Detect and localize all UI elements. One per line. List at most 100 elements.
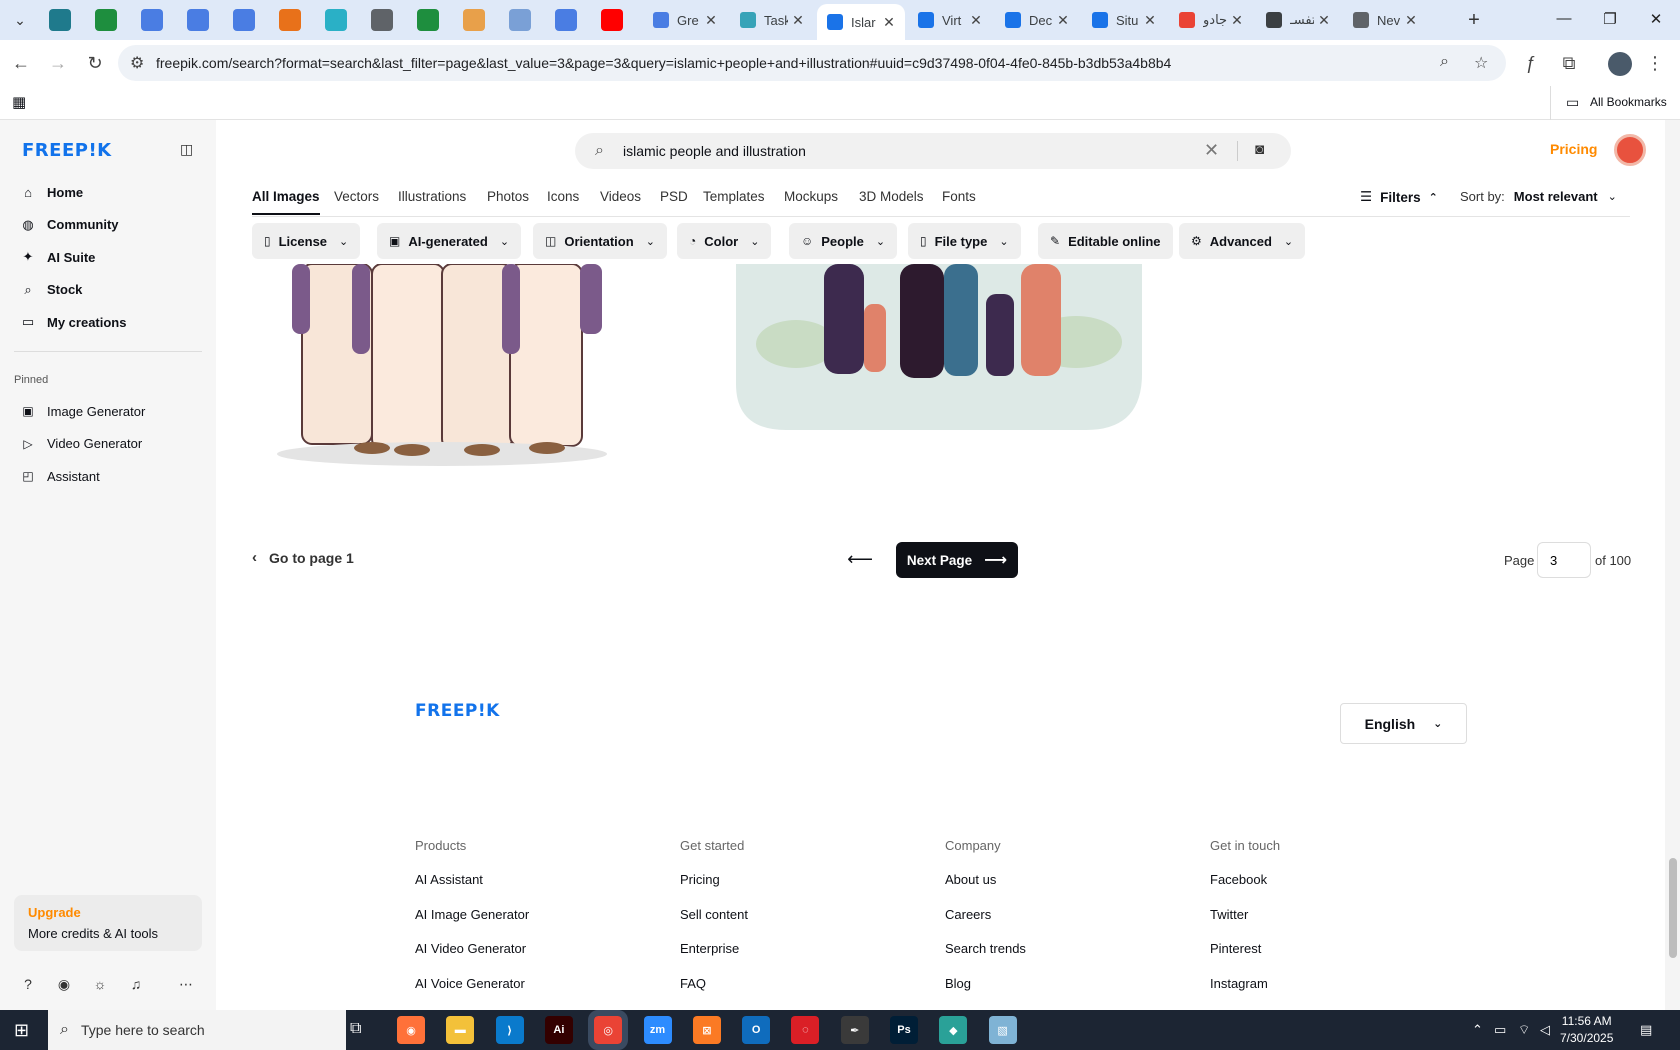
tray-wifi-icon[interactable]: ⌔ xyxy=(1518,1022,1530,1038)
tray-network-icon[interactable]: ▭ xyxy=(1494,1022,1506,1038)
taskbar-app-outlook-icon[interactable]: O xyxy=(742,1016,771,1044)
browser-tab-5[interactable]: Situ ✕ xyxy=(1082,5,1166,35)
footer-link[interactable]: Blog xyxy=(945,976,971,991)
taskbar-clock[interactable]: 11:56 AM 7/30/2025 xyxy=(1560,1013,1613,1047)
next-page-button[interactable]: Next Page ⟶ xyxy=(896,542,1018,578)
taskbar-app-xampp-icon[interactable]: ⊠ xyxy=(692,1016,721,1044)
browser-tab-8[interactable]: Nev ✕ xyxy=(1343,5,1427,35)
taskbar-app-firefox-icon[interactable]: ◉ xyxy=(397,1016,425,1044)
filter-chip-people[interactable]: ☺ People ⌄ xyxy=(789,223,898,259)
tab-close-icon[interactable]: ✕ xyxy=(1227,12,1247,29)
tab-icons[interactable]: Icons xyxy=(547,189,579,204)
extensions-puzzle-icon[interactable]: ⧉ xyxy=(1558,52,1580,74)
browser-tab-4[interactable]: Dec ✕ xyxy=(995,5,1079,35)
extension-f-icon[interactable]: ƒ xyxy=(1520,52,1542,74)
footer-link[interactable]: AI Assistant xyxy=(415,872,483,887)
browser-menu-icon[interactable]: ⋮ xyxy=(1644,52,1666,74)
pinned-tab-2[interactable] xyxy=(141,9,163,31)
footer-link[interactable]: Careers xyxy=(945,907,991,922)
pinned-tab-4[interactable] xyxy=(233,9,255,31)
collapse-sidebar-icon[interactable]: ◫ xyxy=(180,141,193,158)
close-window-icon[interactable]: ✕ xyxy=(1646,10,1666,28)
site-info-icon[interactable]: ⚙ xyxy=(130,53,144,73)
footer-link[interactable]: AI Voice Generator xyxy=(415,976,525,991)
tab-search-chevron-icon[interactable]: ⌄ xyxy=(8,8,32,32)
browser-tab-3[interactable]: Virt ✕ xyxy=(908,5,992,35)
page-number-input[interactable] xyxy=(1537,542,1591,578)
pinned-item-assistant[interactable]: ◰ Assistant xyxy=(20,462,99,490)
pinned-tab-5[interactable] xyxy=(279,9,301,31)
taskbar-app-pen-tool-icon[interactable]: ✒ xyxy=(840,1016,869,1044)
footer-link[interactable]: FAQ xyxy=(680,976,706,991)
bookmark-star-icon[interactable]: ☆ xyxy=(1474,53,1488,73)
tab-close-icon[interactable]: ✕ xyxy=(1053,12,1073,29)
folder-icon[interactable]: ▭ xyxy=(1566,94,1579,111)
help-icon[interactable]: ? xyxy=(18,976,38,992)
taskbar-app-illustrator-icon[interactable]: Ai xyxy=(544,1016,573,1044)
filter-chip-color[interactable]: ◔ Color ⌄ xyxy=(677,223,772,259)
camera-icon[interactable]: ◙ xyxy=(1255,141,1264,158)
browser-tab-1[interactable]: Task ✕ xyxy=(730,5,814,35)
language-select[interactable]: English ⌄ xyxy=(1340,703,1467,744)
clear-search-icon[interactable]: ✕ xyxy=(1204,140,1219,161)
tab-psd[interactable]: PSD xyxy=(660,189,688,204)
browser-tab-7[interactable]: تفسـ ✕ xyxy=(1256,5,1340,35)
tab-templates[interactable]: Templates xyxy=(703,189,765,204)
filter-chip-advanced[interactable]: ⚙ Advanced ⌄ xyxy=(1179,223,1306,259)
tab-mockups[interactable]: Mockups xyxy=(784,189,838,204)
result-image-robed-men[interactable] xyxy=(252,264,672,470)
pinned-tab-9[interactable] xyxy=(463,9,485,31)
pinned-tab-8[interactable] xyxy=(417,9,439,31)
sidebar-item-community[interactable]: ◍ Community xyxy=(20,211,118,239)
footer-link[interactable]: Instagram xyxy=(1210,976,1268,991)
task-view-icon[interactable]: ⧉ xyxy=(350,1020,361,1038)
pricing-link[interactable]: Pricing xyxy=(1550,141,1597,157)
filter-chip-orientation[interactable]: ◫ Orientation ⌄ xyxy=(533,223,667,259)
footer-link[interactable]: Pricing xyxy=(680,872,720,887)
back-arrow-icon[interactable]: ← xyxy=(10,52,32,74)
browser-tab-2[interactable]: Islar ✕ xyxy=(817,4,905,40)
pinned-tab-11[interactable] xyxy=(555,9,577,31)
footer-link[interactable]: Twitter xyxy=(1210,907,1248,922)
pinned-tab-7[interactable] xyxy=(371,9,393,31)
footer-link[interactable]: About us xyxy=(945,872,996,887)
notifications-bell-icon[interactable]: ♫ xyxy=(126,976,146,992)
tab-3d-models[interactable]: 3D Models xyxy=(859,189,924,204)
pinned-tab-10[interactable] xyxy=(509,9,531,31)
sidebar-item-home[interactable]: ⌂ Home xyxy=(20,178,83,206)
apps-grid-icon[interactable]: ▦ xyxy=(12,93,26,111)
taskbar-app-file-explorer-icon[interactable]: ▬ xyxy=(446,1016,475,1044)
footer-link[interactable]: Enterprise xyxy=(680,941,739,956)
restore-icon[interactable]: ❐ xyxy=(1600,10,1620,28)
tab-photos[interactable]: Photos xyxy=(487,189,529,204)
pinned-item-video-generator[interactable]: ▷ Video Generator xyxy=(20,430,142,458)
tray-volume-icon[interactable]: ◁ xyxy=(1540,1022,1550,1038)
footer-link[interactable]: AI Video Generator xyxy=(415,941,526,956)
go-to-first-page[interactable]: ‹ Go to page 1 xyxy=(252,549,354,566)
pinned-tab-3[interactable] xyxy=(187,9,209,31)
reload-icon[interactable]: ↻ xyxy=(84,52,106,74)
tab-close-icon[interactable]: ✕ xyxy=(1314,12,1334,29)
sidebar-item-my-creations[interactable]: ▭ My creations xyxy=(20,308,127,336)
pinned-tab-0[interactable] xyxy=(49,9,71,31)
forward-arrow-icon[interactable]: → xyxy=(47,52,69,74)
freepik-logo[interactable]: FREEP!K xyxy=(22,140,112,161)
taskbar-app-zoom-icon[interactable]: zm xyxy=(643,1016,672,1044)
tray-chevron-up-icon[interactable]: ⌃ xyxy=(1472,1022,1483,1038)
filter-chip-file-type[interactable]: ▯ File type ⌄ xyxy=(908,223,1021,259)
sidebar-item-stock[interactable]: ⌕ Stock xyxy=(20,276,82,304)
tab-fonts[interactable]: Fonts xyxy=(942,189,976,204)
theme-sun-icon[interactable]: ☼ xyxy=(90,976,110,992)
footer-link[interactable]: Sell content xyxy=(680,907,748,922)
user-avatar[interactable] xyxy=(1614,134,1646,166)
previous-page-button[interactable]: ⟵ xyxy=(843,542,877,576)
discord-icon[interactable]: ◉ xyxy=(54,976,74,993)
result-image-muslim-family[interactable] xyxy=(736,264,1142,430)
all-bookmarks-link[interactable]: All Bookmarks xyxy=(1590,95,1667,109)
taskbar-app-app-notepad-icon[interactable]: ▧ xyxy=(988,1016,1017,1044)
tab-all-images[interactable]: All Images xyxy=(252,189,320,215)
taskbar-app-vscode-icon[interactable]: ⟩ xyxy=(495,1016,524,1044)
notifications-icon[interactable]: ▤ xyxy=(1640,1022,1652,1038)
footer-link[interactable]: Facebook xyxy=(1210,872,1267,887)
filter-chip-license[interactable]: ▯ License ⌄ xyxy=(252,223,361,259)
